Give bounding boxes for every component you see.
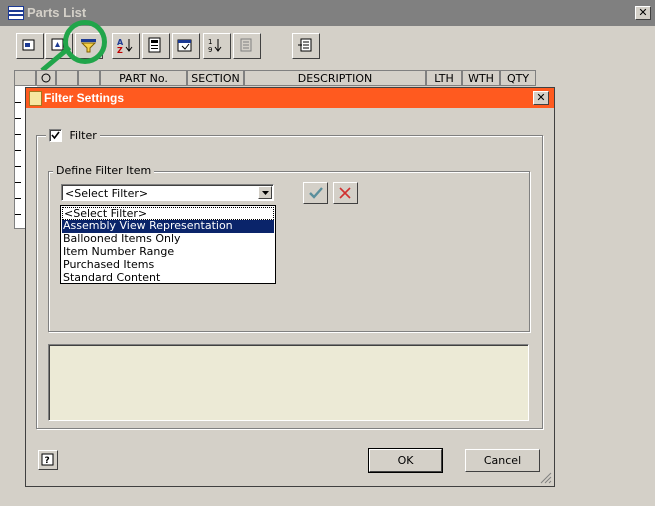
grid-corner-header xyxy=(14,70,36,86)
filter-option-standard-content[interactable]: Standard Content xyxy=(62,272,274,285)
grid-column-header-part-no[interactable]: PART No. xyxy=(100,70,187,86)
filter-select-value: <Select Filter> xyxy=(65,187,149,200)
grid-column-header-0[interactable] xyxy=(78,70,100,86)
grid-sort-header[interactable] xyxy=(56,70,78,86)
filter-checkbox-row[interactable]: Filter xyxy=(46,128,100,142)
annotation-circle xyxy=(63,20,107,64)
filter-select[interactable]: <Select Filter> xyxy=(61,184,274,201)
renumber-icon xyxy=(240,38,252,52)
resize-grip-icon[interactable] xyxy=(540,472,552,484)
export-button[interactable] xyxy=(292,33,320,59)
insert-row-icon xyxy=(22,39,35,51)
report-icon xyxy=(148,37,161,53)
ok-button[interactable]: OK xyxy=(368,448,443,473)
define-filter-group-label: Define Filter Item xyxy=(53,164,155,177)
dialog-title: Filter Settings xyxy=(44,91,125,105)
properties-icon xyxy=(177,39,192,52)
check-icon xyxy=(51,131,60,139)
apply-filter-button[interactable] xyxy=(303,182,328,204)
table-icon xyxy=(8,6,24,20)
search-icon xyxy=(41,73,51,83)
help-icon: ? xyxy=(41,453,54,466)
grid-column-header-qty[interactable]: QTY xyxy=(500,70,536,86)
help-button[interactable]: ? xyxy=(38,450,58,470)
sort-numeric-icon: 19 xyxy=(208,38,222,53)
filter-checkbox[interactable] xyxy=(49,128,62,142)
grid-column-header-lth[interactable]: LTH xyxy=(426,70,462,86)
filter-checkbox-label: Filter xyxy=(69,128,97,142)
insert-row-button[interactable] xyxy=(16,33,44,59)
cancel-button[interactable]: Cancel xyxy=(465,449,540,472)
parts-list-close-button[interactable]: ✕ xyxy=(635,6,651,20)
grid-column-header-wth[interactable]: WTH xyxy=(462,70,500,86)
grid-column-header-section[interactable]: SECTION xyxy=(187,70,244,86)
svg-text:?: ? xyxy=(45,456,50,466)
svg-text:Z: Z xyxy=(117,46,123,53)
renumber-button[interactable] xyxy=(233,33,261,59)
parts-list-title-bar: Parts List xyxy=(0,0,655,26)
properties-button[interactable] xyxy=(172,33,200,59)
filter-description-area xyxy=(48,344,529,421)
parts-list-title: Parts List xyxy=(27,5,87,20)
filter-settings-dialog: Filter Settings ✕ Filter Define Filter I… xyxy=(25,87,555,487)
dialog-close-button[interactable]: ✕ xyxy=(533,91,549,105)
delete-x-icon xyxy=(339,187,351,199)
grid-column-header-description[interactable]: DESCRIPTION xyxy=(244,70,426,86)
chevron-down-icon xyxy=(262,191,269,195)
grid-search-header[interactable] xyxy=(36,70,56,86)
sort-az-icon: AZ xyxy=(117,38,133,53)
report-button[interactable] xyxy=(142,33,170,59)
dialog-app-icon xyxy=(29,91,42,106)
sort-az-button[interactable]: AZ xyxy=(112,33,140,59)
remove-filter-button[interactable] xyxy=(333,182,358,204)
checkmark-icon xyxy=(309,187,323,199)
filter-options-list[interactable]: <Select Filter> Assembly View Representa… xyxy=(60,205,276,284)
dropdown-arrow-button[interactable] xyxy=(258,186,272,199)
svg-text:1: 1 xyxy=(208,38,212,46)
sort-numeric-button[interactable]: 19 xyxy=(203,33,231,59)
export-icon xyxy=(298,38,312,52)
svg-text:9: 9 xyxy=(208,46,212,53)
dialog-title-bar[interactable]: Filter Settings ✕ xyxy=(26,88,554,108)
